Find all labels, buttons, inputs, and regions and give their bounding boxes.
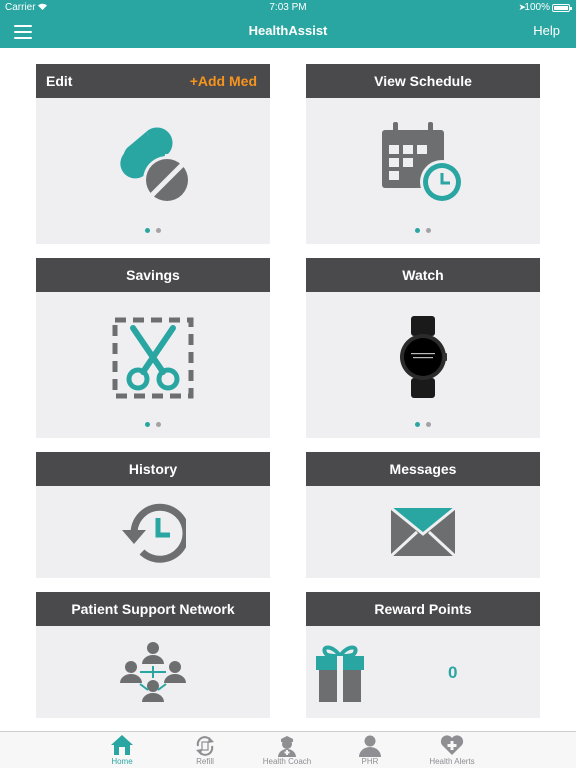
- calendar-clock-icon: [306, 120, 540, 206]
- reward-points-card[interactable]: Reward Points 0: [306, 592, 540, 718]
- nurse-icon: [252, 735, 322, 757]
- card-title: Savings: [126, 267, 180, 283]
- tab-label: PHR: [361, 757, 379, 766]
- card-title: View Schedule: [374, 73, 472, 89]
- gift-icon: [314, 642, 366, 709]
- savings-card[interactable]: Savings: [36, 258, 270, 438]
- tab-label: Health Alerts: [429, 757, 475, 766]
- card-header: Watch: [306, 258, 540, 292]
- history-icon: [36, 502, 270, 564]
- nav-bar: HealthAssist Help: [0, 16, 576, 48]
- pills-icon: [36, 120, 270, 206]
- card-header: Messages: [306, 452, 540, 486]
- person-icon: [335, 735, 405, 757]
- card-header: Edit +Add Med: [36, 64, 270, 98]
- messages-card[interactable]: Messages: [306, 452, 540, 578]
- card-title: Reward Points: [374, 601, 472, 617]
- scissors-coupon-icon: [36, 316, 270, 400]
- tab-phr[interactable]: PHR: [335, 732, 405, 769]
- status-time: 7:03 PM: [269, 2, 307, 13]
- battery-percent: 100%: [524, 2, 550, 13]
- card-title: History: [128, 461, 178, 477]
- tab-bar: Home Refill Health Coach PHR Health Aler…: [0, 731, 576, 768]
- tab-health-coach[interactable]: Health Coach: [252, 732, 322, 769]
- home-icon: [87, 735, 157, 755]
- card-header: View Schedule: [306, 64, 540, 98]
- card-header: Savings: [36, 258, 270, 292]
- tab-refill[interactable]: Refill: [170, 732, 240, 769]
- envelope-icon: [306, 508, 540, 556]
- edit-card[interactable]: Edit +Add Med: [36, 64, 270, 244]
- view-schedule-card[interactable]: View Schedule: [306, 64, 540, 244]
- help-button[interactable]: Help: [533, 23, 560, 38]
- page-dots[interactable]: [306, 228, 540, 233]
- card-title: Messages: [389, 461, 457, 477]
- patient-support-network-card[interactable]: Patient Support Network: [36, 592, 270, 718]
- tab-home[interactable]: Home: [87, 732, 157, 769]
- page-dots[interactable]: [36, 228, 270, 233]
- heart-plus-icon: [417, 735, 487, 755]
- add-med-button[interactable]: +Add Med: [190, 73, 257, 89]
- page-dots[interactable]: [36, 422, 270, 427]
- tab-health-alerts[interactable]: Health Alerts: [417, 732, 487, 769]
- page-dots[interactable]: [306, 422, 540, 427]
- card-title: Watch: [402, 267, 444, 283]
- refill-icon: [170, 735, 240, 757]
- card-header: Reward Points: [306, 592, 540, 626]
- battery-icon: [552, 4, 572, 12]
- smartwatch-icon: [306, 316, 540, 398]
- people-network-icon: [36, 640, 270, 704]
- reward-points-value: 0: [448, 663, 458, 682]
- tab-label: Home: [111, 757, 133, 766]
- status-bar: Carrier 7:03 PM ➤ 100%: [0, 0, 576, 16]
- tab-label: Refill: [196, 757, 214, 766]
- card-title: Patient Support Network: [71, 601, 235, 617]
- app-title: HealthAssist: [248, 23, 328, 38]
- history-card[interactable]: History: [36, 452, 270, 578]
- card-header: History: [36, 452, 270, 486]
- watch-card[interactable]: Watch: [306, 258, 540, 438]
- card-header: Patient Support Network: [36, 592, 270, 626]
- tab-label: Health Coach: [262, 757, 312, 766]
